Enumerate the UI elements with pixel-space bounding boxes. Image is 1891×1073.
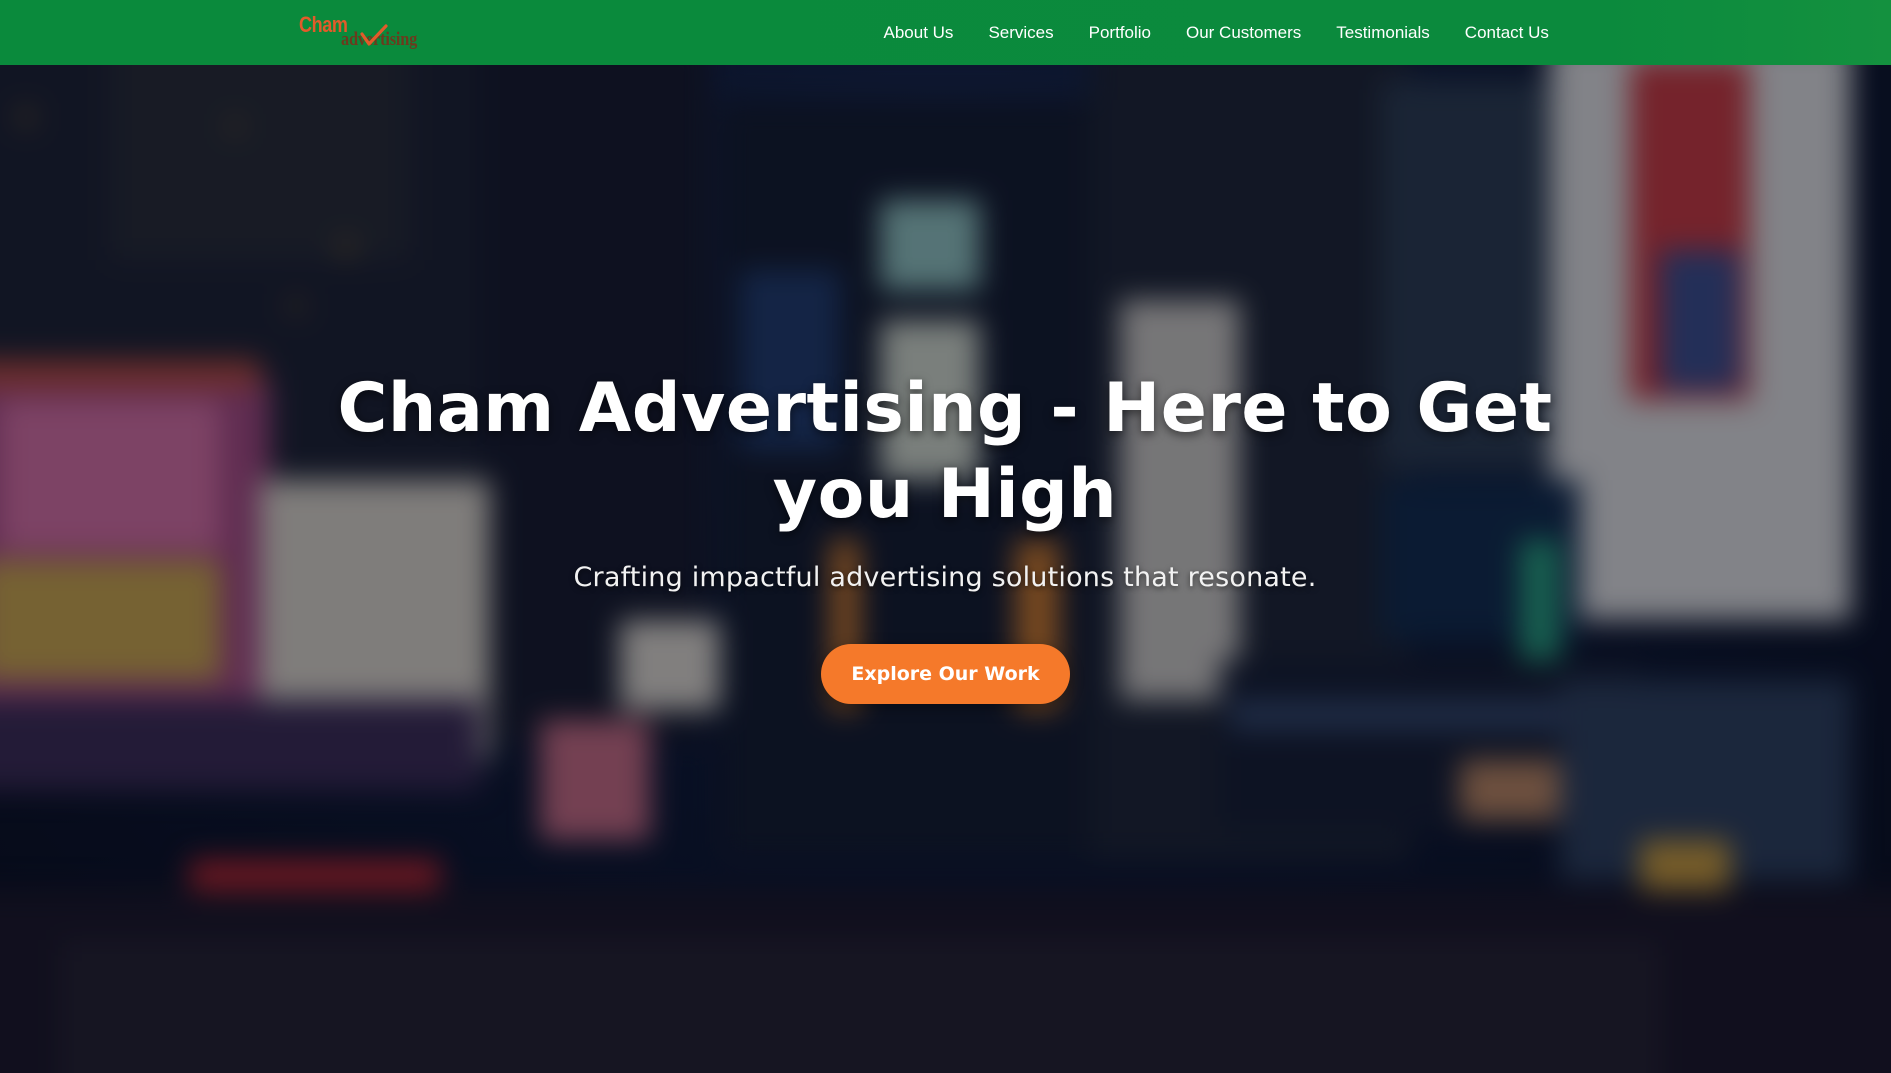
hero-subtitle: Crafting impactful advertising solutions… bbox=[573, 562, 1317, 593]
top-navbar: Cham advertising About Us Services Portf… bbox=[0, 0, 1891, 65]
hero-section: Cham Advertising - Here to Get you High … bbox=[0, 0, 1891, 1073]
nav-link-testimonials[interactable]: Testimonials bbox=[1319, 23, 1448, 43]
explore-our-work-button[interactable]: Explore Our Work bbox=[821, 644, 1070, 704]
brand-logo[interactable]: Cham advertising bbox=[299, 12, 433, 52]
nav-link-our-customers[interactable]: Our Customers bbox=[1169, 23, 1319, 43]
nav-link-portfolio[interactable]: Portfolio bbox=[1071, 23, 1168, 43]
logo-checkmark-icon bbox=[360, 24, 388, 46]
nav-link-about-us[interactable]: About Us bbox=[866, 23, 971, 43]
nav-link-contact-us[interactable]: Contact Us bbox=[1447, 23, 1566, 43]
hero-title: Cham Advertising - Here to Get you High bbox=[337, 369, 1553, 534]
main-navigation: About Us Services Portfolio Our Customer… bbox=[866, 0, 1566, 65]
nav-link-services[interactable]: Services bbox=[971, 23, 1071, 43]
page: Cham advertising About Us Services Portf… bbox=[0, 0, 1891, 1073]
